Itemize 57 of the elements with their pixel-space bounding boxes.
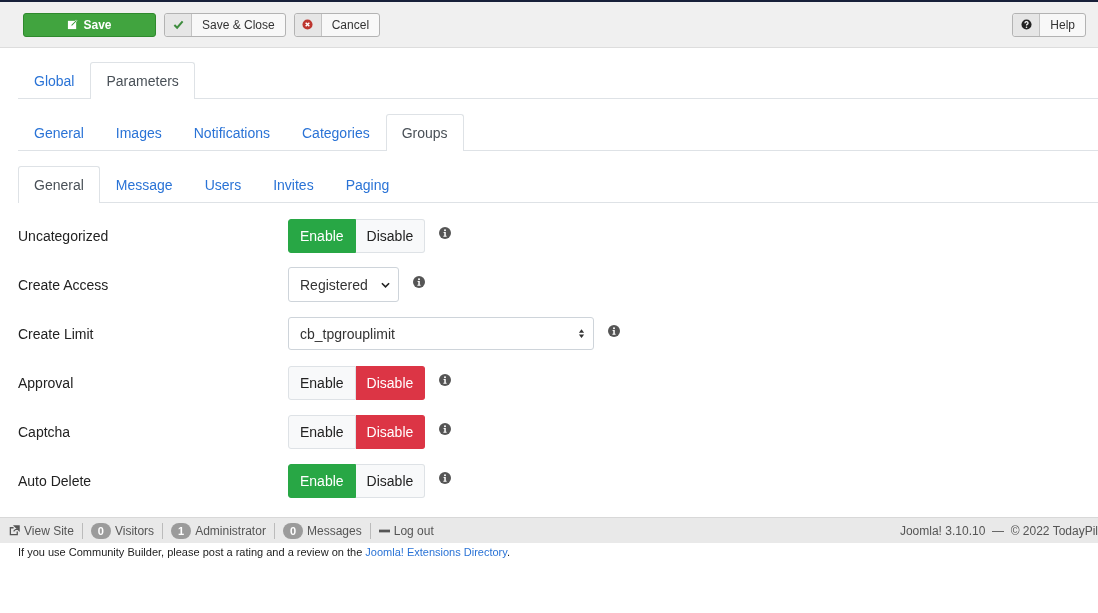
count-badge: 1 xyxy=(171,522,192,539)
info-icon[interactable] xyxy=(439,226,452,239)
tab[interactable]: Parameters xyxy=(90,62,195,99)
field-label: Approval xyxy=(18,374,75,391)
save-close-button[interactable]: Save & Close xyxy=(164,12,286,37)
toggle-option[interactable]: Disable xyxy=(355,365,426,400)
edit-icon xyxy=(67,19,79,30)
tab[interactable]: Notifications xyxy=(177,114,286,151)
toggle-option[interactable]: Enable xyxy=(288,414,356,449)
version-text: Joomla! 3.10.10 — © 2022 TodayPil xyxy=(899,523,1098,538)
minus-icon xyxy=(378,528,390,533)
dropdown[interactable]: cb_tpgrouplimit xyxy=(288,317,594,350)
dropdown[interactable]: Registered xyxy=(288,267,399,302)
field-label: Create Limit xyxy=(18,325,95,342)
toggle-option[interactable]: Disable xyxy=(355,414,426,449)
sort-icon xyxy=(578,328,585,339)
tab[interactable]: Images xyxy=(99,114,178,151)
tab[interactable]: Categories xyxy=(286,114,386,151)
field-label: Auto Delete xyxy=(18,472,93,489)
cancel-button[interactable]: Cancel xyxy=(293,12,381,37)
tab[interactable]: Users xyxy=(188,166,258,203)
toggle-option[interactable]: Disable xyxy=(355,218,426,253)
counter-label: Messages xyxy=(307,523,362,538)
info-icon[interactable] xyxy=(439,422,452,435)
counter-label: Administrator xyxy=(195,523,266,538)
count-badge: 0 xyxy=(282,522,303,539)
checkmark-icon xyxy=(172,19,184,30)
tab[interactable]: General xyxy=(18,114,100,151)
field-label: Captcha xyxy=(18,423,72,440)
caret-icon xyxy=(381,281,390,288)
tab[interactable]: Message xyxy=(99,166,189,203)
info-icon[interactable] xyxy=(439,373,452,386)
close-icon xyxy=(302,19,314,30)
directory-link[interactable]: Joomla! Extensions Directory xyxy=(365,546,507,558)
toggle-option[interactable]: Disable xyxy=(355,463,426,498)
help-button[interactable]: Help xyxy=(1012,12,1086,37)
rating-note: If you use Community Builder, please post a rating and a review on the Joomla! Extensions Directory. xyxy=(18,546,511,558)
status-counter[interactable]: 0 Messages xyxy=(282,522,362,539)
status-counter[interactable]: 1 Administrator xyxy=(171,522,266,539)
count-badge: 0 xyxy=(90,522,111,539)
counter-label: Visitors xyxy=(114,523,155,538)
field-label: Uncategorized xyxy=(18,227,110,244)
info-icon[interactable] xyxy=(439,471,452,484)
tab[interactable]: Global xyxy=(18,62,91,99)
tab[interactable]: General xyxy=(18,166,100,203)
tab[interactable]: Groups xyxy=(385,114,464,151)
tab[interactable]: Invites xyxy=(257,166,330,203)
tab[interactable]: Paging xyxy=(329,166,406,203)
help-icon xyxy=(1020,19,1032,30)
logout-link[interactable]: Log out xyxy=(378,523,434,538)
field-label: Create Access xyxy=(18,276,110,293)
info-icon[interactable] xyxy=(413,275,425,288)
external-link-icon xyxy=(9,525,20,536)
status-counter[interactable]: 0 Visitors xyxy=(90,522,155,539)
toggle-option[interactable]: Enable xyxy=(288,365,356,400)
view-site-link[interactable]: View Site xyxy=(9,523,74,538)
info-icon[interactable] xyxy=(608,324,620,337)
